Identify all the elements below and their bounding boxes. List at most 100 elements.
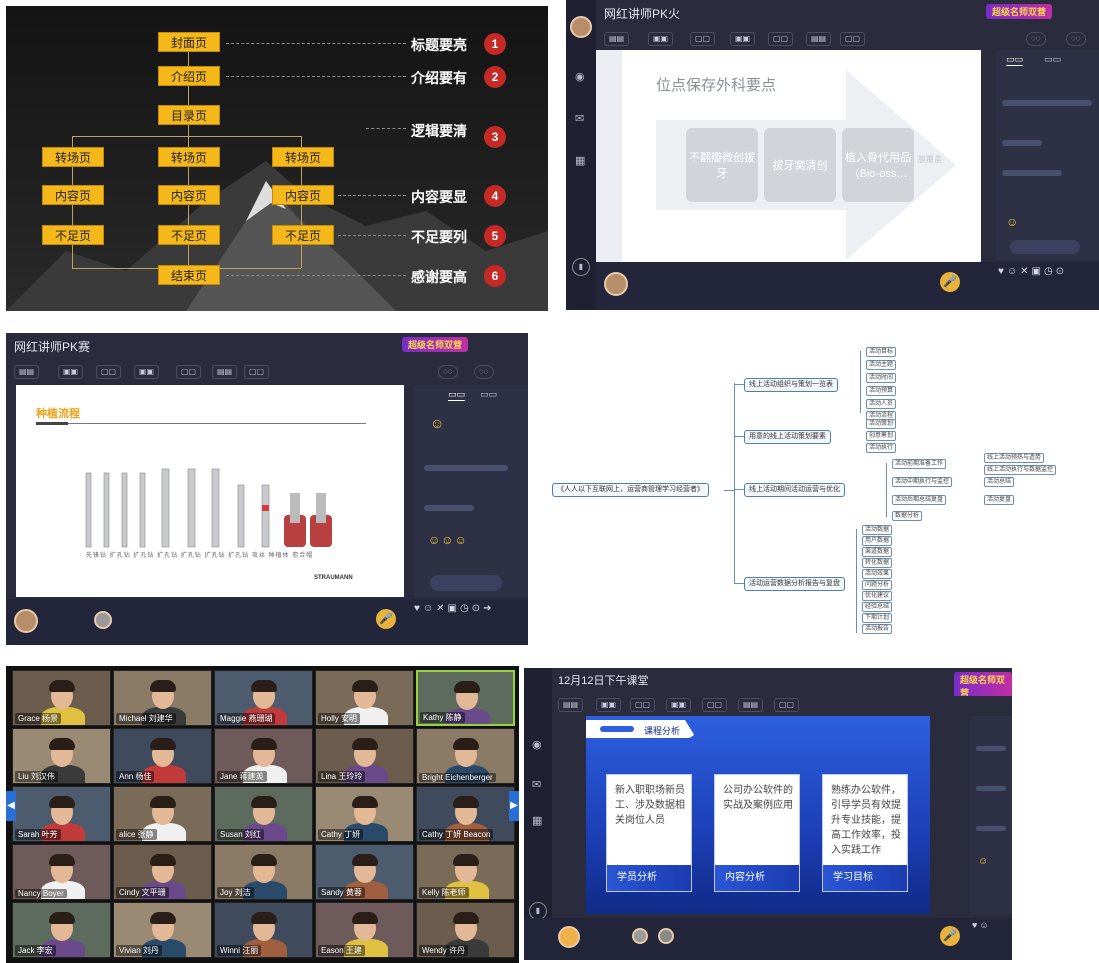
toolbar3-btn-2[interactable]: ▣▣ (58, 365, 84, 379)
video-tile[interactable]: Vivian 刘丹 (113, 902, 212, 958)
participant-name: alice 张静 (116, 829, 157, 840)
next-page-arrow[interactable]: ▶ (509, 791, 519, 821)
participant-hair (49, 680, 75, 692)
mindmap-root: 《人人以下互联网上，运营商管理学习经营者》 (552, 483, 709, 497)
branch-3-stub (734, 489, 744, 490)
video-tile[interactable]: Liu 刘汉伟 (12, 728, 111, 784)
video-tile[interactable]: Susan 刘红 (214, 786, 313, 842)
microphone6-icon[interactable]: 🎤 (940, 926, 960, 946)
chat-input[interactable] (1010, 240, 1080, 254)
bottom3-toolbar-icons[interactable]: ♥☺✕▣◷⊙➜ (414, 603, 494, 614)
toolbar-3: ▤▤ ▣▣ ▢▢ ▣▣ ▢▢ ▤▤ ▢▢ ◌◌ ◌◌ (6, 363, 528, 381)
toolbar6-btn-1[interactable]: ▤▤ (558, 698, 584, 712)
content-page-box-left: 内容页 (42, 185, 104, 205)
toolbar3-btn-7[interactable]: ▢▢ (244, 365, 270, 379)
toolbar-btn-7[interactable]: ▢▢ (840, 32, 866, 46)
video-tile[interactable]: Holly 安明 (315, 670, 414, 726)
tab3-chat[interactable]: ▭▭ (448, 389, 466, 401)
toolbar-pill-2[interactable]: ◌◌ (1066, 32, 1086, 46)
leaves-a-connector (860, 351, 861, 413)
video-tile[interactable]: Cindy 文平珊 (113, 844, 212, 900)
toolbar6-btn-7[interactable]: ▢▢ (774, 698, 800, 712)
transition-page-box-left: 转场页 (42, 147, 104, 167)
video-tile[interactable]: Grace 杨景 (12, 670, 111, 726)
host-avatar[interactable] (570, 16, 592, 38)
toolbar-btn-5[interactable]: ▢▢ (768, 32, 794, 46)
bottom-toolbar-icons[interactable]: ♥☺✕▣◷⊙ (998, 266, 1067, 277)
leaf-c2-1: 线上活动预热与造势 (984, 453, 1045, 463)
live-class-window-6: ◉ ✉ ▦ ▮ 12月12日下午课堂 超级名师双营 ▤▤ ▣▣ ▢▢ ▣▣ ▢▢… (524, 668, 1012, 960)
video-tile[interactable]: Wendy 许丹 (416, 902, 515, 958)
microphone-icon[interactable]: 🎤 (940, 272, 960, 292)
live-icon[interactable]: ▮ (572, 258, 590, 276)
calendar6-icon[interactable]: ▦ (532, 814, 542, 827)
message-icon[interactable]: ✉ (575, 112, 584, 125)
toolbar6-btn-3[interactable]: ▢▢ (630, 698, 656, 712)
toolbar-btn-3[interactable]: ▢▢ (690, 32, 716, 46)
video-tile[interactable]: alice 张静 (113, 786, 212, 842)
video-tile[interactable]: Jack 李宏 (12, 902, 111, 958)
chat-icon[interactable]: ◉ (575, 70, 585, 83)
participant-hair (150, 796, 176, 808)
leader-line-6 (226, 275, 406, 276)
participant-name: Sandy 黄蓉 (318, 887, 365, 898)
toolbar3-btn-4[interactable]: ▣▣ (134, 365, 160, 379)
analysis-card-1: 新入职职场新员工、涉及数据相关岗位人员 学员分析 (606, 774, 692, 892)
video-tile[interactable]: Michael 刘建华 (113, 670, 212, 726)
video-tile[interactable]: Joy 刘洁 (214, 844, 313, 900)
video-tile[interactable]: Winni 汪丽 (214, 902, 313, 958)
message6-icon[interactable]: ✉ (532, 778, 541, 791)
transition-page-box-right: 转场页 (272, 147, 334, 167)
participant-hair (251, 796, 277, 808)
leaf-b-3: 活动执行 (866, 443, 897, 453)
video-tile[interactable]: Cathy 丁妍 (315, 786, 414, 842)
toolbar3-pill-1[interactable]: ◌◌ (438, 365, 458, 379)
video-tile[interactable]: Sarah 叶芳 (12, 786, 111, 842)
video-tile[interactable]: Eason 王建 (315, 902, 414, 958)
calendar-icon[interactable]: ▦ (575, 154, 585, 167)
toolbar-6: ▤▤ ▣▣ ▢▢ ▣▣ ▢▢ ▤▤ ▢▢ (552, 696, 1012, 714)
toolbar6-btn-2[interactable]: ▣▣ (596, 698, 622, 712)
leaf-a-5: 活动人员 (866, 399, 897, 409)
card2-footer: 内容分析 (715, 865, 799, 891)
toolbar3-btn-1[interactable]: ▤▤ (14, 365, 40, 379)
video-tile[interactable]: Bright Eichenberger (416, 728, 515, 784)
toolbar-btn-2[interactable]: ▣▣ (648, 32, 674, 46)
microphone3-icon[interactable]: 🎤 (376, 609, 396, 629)
toolbar-btn-4[interactable]: ▣▣ (730, 32, 756, 46)
toolbar-btn-6[interactable]: ▤▤ (806, 32, 832, 46)
video-tile[interactable]: Kathy 陈静 (416, 670, 515, 726)
toolbar6-btn-6[interactable]: ▤▤ (738, 698, 764, 712)
tool-caption-6: 扩孔钻 (204, 553, 226, 559)
video-tile[interactable]: Jane 蒋建英 (214, 728, 313, 784)
video-tile[interactable]: Maggie 燕珊瑚 (214, 670, 313, 726)
leaf-d-7: 优化建议 (862, 591, 893, 601)
live-class-window-3: 网红讲师PK赛 超级名师双营 ▤▤ ▣▣ ▢▢ ▣▣ ▢▢ ▤▤ ▢▢ ◌◌ ◌… (6, 333, 528, 645)
video-tile[interactable]: Lina 王玲玲 (315, 728, 414, 784)
video-tile[interactable]: Ann 杨佳 (113, 728, 212, 784)
video-tile[interactable]: Nancy Boyer (12, 844, 111, 900)
prev-page-arrow[interactable]: ◀ (6, 791, 16, 821)
video-tile[interactable]: Sandy 黄蓉 (315, 844, 414, 900)
toolbar6-btn-4[interactable]: ▣▣ (666, 698, 692, 712)
tab3-members[interactable]: ▭▭ (480, 389, 497, 400)
number-badge-5: 5 (484, 225, 506, 247)
bottom6-toolbar-icons[interactable]: ♥☺ (972, 920, 991, 930)
toolbar3-pill-2[interactable]: ◌◌ (474, 365, 494, 379)
toc-page-box: 目录页 (158, 105, 220, 125)
toolbar-pill-1[interactable]: ◌◌ (1026, 32, 1046, 46)
tab-chat[interactable]: ▭▭ (1006, 54, 1024, 66)
video-tile[interactable]: Kelly 陈老师 (416, 844, 515, 900)
chat6-icon[interactable]: ◉ (532, 738, 542, 751)
video-tile[interactable]: Cathy 丁妍 Beacon (416, 786, 515, 842)
tab-members[interactable]: ▭▭ (1044, 54, 1061, 65)
toolbar3-btn-6[interactable]: ▤▤ (212, 365, 238, 379)
toolbar6-btn-5[interactable]: ▢▢ (702, 698, 728, 712)
toolbar3-btn-3[interactable]: ▢▢ (96, 365, 122, 379)
toolbar3-btn-5[interactable]: ▢▢ (176, 365, 202, 379)
chat3-input[interactable] (430, 575, 502, 591)
participant-name: Michael 刘建华 (116, 713, 176, 724)
tool-caption-7: 扩孔钻 (228, 553, 250, 559)
toolbar-btn-1[interactable]: ▤▤ (604, 32, 630, 46)
mindmap: 《人人以下互联网上，运营商管理学习经营者》 线上活动组织与策划一览表 用意的线上… (548, 333, 1093, 645)
